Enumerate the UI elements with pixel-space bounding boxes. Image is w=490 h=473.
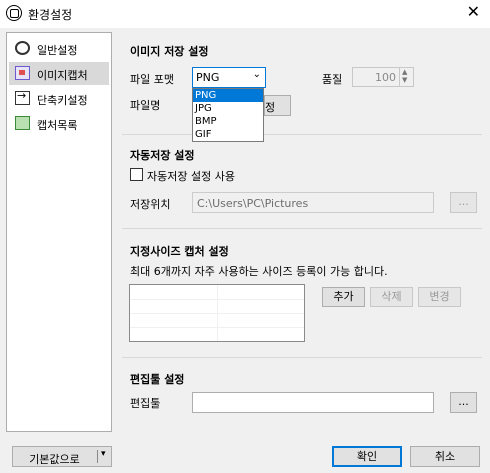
section-divider xyxy=(122,357,482,358)
filename-button-label: 정 xyxy=(265,101,276,114)
location-browse-button[interactable]: ... xyxy=(450,192,477,213)
delete-size-button[interactable]: 삭제 xyxy=(370,287,413,307)
reset-defaults-split-button[interactable]: 기본값으로 ▾ xyxy=(12,446,112,467)
filename-label: 파일명 xyxy=(130,99,161,112)
auto-save-checkbox-label: 자동저장 설정 사용 xyxy=(147,170,235,183)
size-capture-description: 최대 6개까지 자주 사용하는 사이즈 등록이 가능 합니다. xyxy=(130,265,388,278)
chevron-down-icon: ⌄ xyxy=(252,69,261,80)
size-list[interactable] xyxy=(129,284,305,342)
sidebar-item-label: 일반설정 xyxy=(37,44,78,57)
shortcut-icon xyxy=(15,89,30,105)
image-save-title: 이미지 저장 설정 xyxy=(130,45,209,58)
close-icon[interactable]: ✕ xyxy=(467,2,480,21)
sidebar-item-general[interactable]: 일반설정 xyxy=(9,37,109,60)
editor-label: 편집툴 xyxy=(130,397,161,410)
quality-value: 100 xyxy=(375,71,396,84)
sidebar-item-capture-list[interactable]: 캡처목록 xyxy=(9,112,109,135)
quality-spinner[interactable]: 100 ▲ ▼ xyxy=(352,67,414,87)
sidebar-item-label: 이미지캡처 xyxy=(37,69,88,82)
format-option-bmp[interactable]: BMP xyxy=(193,115,263,128)
auto-save-title: 자동저장 설정 xyxy=(130,149,195,162)
sidebar-item-image-capture[interactable]: 이미지캡처 xyxy=(9,62,109,85)
capture-app-icon xyxy=(6,5,22,21)
spin-up-icon[interactable]: ▲ xyxy=(402,68,407,76)
window-title: 환경설정 xyxy=(28,8,73,22)
format-dropdown-list: PNG JPG BMP GIF xyxy=(192,88,264,142)
sidebar-item-shortcuts[interactable]: 단축키설정 xyxy=(9,87,109,110)
cancel-button[interactable]: 취소 xyxy=(410,446,480,467)
section-divider xyxy=(122,228,482,229)
auto-save-checkbox[interactable] xyxy=(130,168,143,181)
format-label: 파일 포맷 xyxy=(130,73,174,86)
reset-defaults-label: 기본값으로 xyxy=(29,453,80,466)
section-divider xyxy=(122,134,482,135)
editor-path-field[interactable] xyxy=(192,392,434,413)
capture-list-icon xyxy=(15,116,30,130)
editor-title: 편집툴 설정 xyxy=(130,373,185,386)
format-value: PNG xyxy=(196,71,220,84)
location-field: C:\Users\PC\Pictures xyxy=(192,192,434,213)
sidebar-item-label: 단축키설정 xyxy=(37,94,88,107)
ok-button[interactable]: 확인 xyxy=(332,446,402,467)
filename-button[interactable]: 정 xyxy=(264,95,291,116)
split-divider xyxy=(97,450,98,463)
chevron-down-icon[interactable]: ▾ xyxy=(101,449,106,459)
size-capture-title: 지정사이즈 캡처 설정 xyxy=(130,245,229,258)
add-size-button[interactable]: 추가 xyxy=(322,287,365,307)
editor-browse-button[interactable]: ... xyxy=(450,392,477,413)
format-option-png[interactable]: PNG xyxy=(193,89,263,102)
location-value: C:\Users\PC\Pictures xyxy=(197,197,309,210)
format-select[interactable]: PNG ⌄ xyxy=(192,67,266,88)
sidebar-item-label: 캡처목록 xyxy=(37,119,78,132)
settings-sidebar: 일반설정 이미지캡처 단축키설정 캡처목록 xyxy=(6,32,112,432)
format-option-gif[interactable]: GIF xyxy=(193,128,263,141)
gear-icon xyxy=(15,41,30,55)
image-capture-icon xyxy=(15,66,30,80)
spinner-buttons[interactable]: ▲ ▼ xyxy=(399,68,413,86)
spin-down-icon[interactable]: ▼ xyxy=(402,76,407,84)
title-bar: 환경설정 ✕ xyxy=(0,0,490,28)
format-option-jpg[interactable]: JPG xyxy=(193,102,263,115)
quality-label: 품질 xyxy=(322,73,343,86)
change-size-button[interactable]: 변경 xyxy=(418,287,461,307)
size-list-column-divider xyxy=(217,285,218,341)
location-label: 저장위치 xyxy=(130,198,171,211)
